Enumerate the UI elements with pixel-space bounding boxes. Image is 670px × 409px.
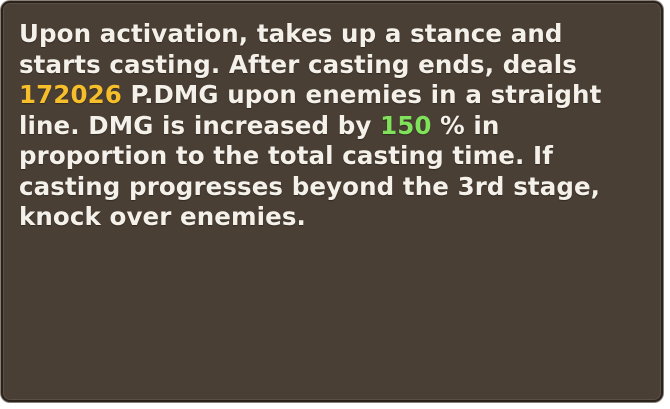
damage-value: 172026 bbox=[19, 80, 122, 109]
increase-percent-value: 150 bbox=[380, 110, 432, 140]
description-text-1: Upon activation, takes up a stance and s… bbox=[19, 19, 577, 79]
skill-tooltip: Upon activation, takes up a stance and s… bbox=[1, 1, 663, 402]
skill-description: Upon activation, takes up a stance and s… bbox=[19, 19, 649, 233]
